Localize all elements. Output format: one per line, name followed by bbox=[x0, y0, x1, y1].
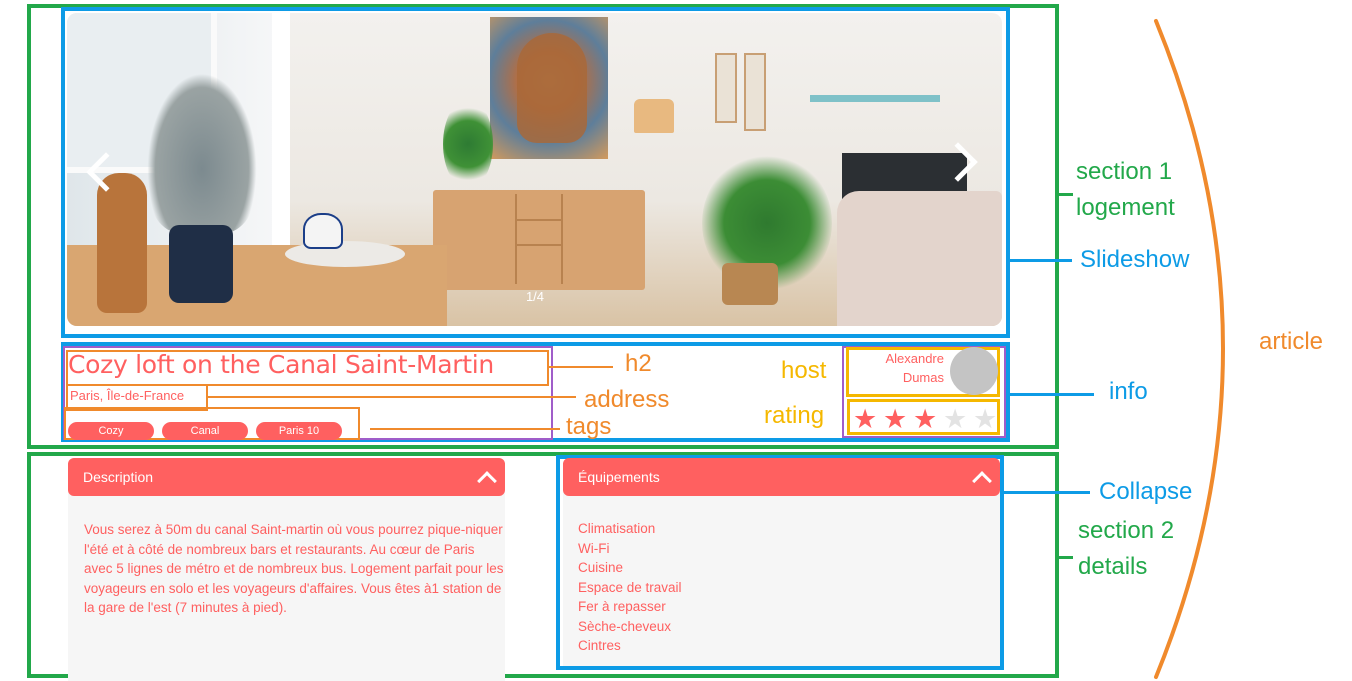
description-collapse-header[interactable]: Description bbox=[68, 458, 505, 496]
image-teapot bbox=[303, 213, 343, 249]
star-filled-icon: ★ bbox=[883, 404, 908, 434]
star-empty-icon: ★ bbox=[943, 404, 968, 434]
equipment-item: Climatisation bbox=[578, 521, 656, 536]
article-annotation: article bbox=[1259, 328, 1324, 355]
star-empty-icon: ★ bbox=[973, 404, 998, 434]
listing-title: Cozy loft on the Canal Saint-Martin bbox=[68, 350, 494, 379]
equipment-item: Cintres bbox=[578, 638, 621, 653]
image-vase bbox=[97, 173, 147, 313]
chevron-up-icon[interactable] bbox=[477, 471, 497, 491]
section-2-pointer bbox=[1059, 556, 1073, 559]
collapse-pointer bbox=[1004, 491, 1090, 494]
address-annotation: address bbox=[584, 386, 670, 413]
star-filled-icon: ★ bbox=[913, 404, 938, 434]
info-pointer bbox=[1010, 393, 1094, 396]
equipments-title: Équipements bbox=[578, 469, 660, 485]
listing-address: Paris, Île-de-France bbox=[70, 388, 185, 403]
rating-annotation: rating bbox=[764, 402, 825, 429]
description-title: Description bbox=[83, 469, 154, 485]
image-frames bbox=[744, 53, 766, 131]
equipments-panel bbox=[563, 478, 1000, 666]
avatar bbox=[950, 347, 998, 395]
image-drawer-line bbox=[515, 219, 563, 221]
image-lamp bbox=[634, 99, 674, 133]
image-drawers bbox=[515, 194, 563, 284]
equipment-item: Espace de travail bbox=[578, 580, 682, 595]
host-name: Alexandre Dumas bbox=[885, 351, 944, 385]
image-plant bbox=[443, 99, 493, 189]
slide-counter: 1/4 bbox=[525, 289, 545, 304]
slideshow-image bbox=[67, 13, 1002, 326]
tags-pointer bbox=[370, 428, 560, 430]
slideshow-pointer bbox=[1010, 259, 1072, 262]
tags-annotation: tags bbox=[566, 413, 612, 440]
equipment-item: Wi-Fi bbox=[578, 541, 610, 556]
image-shelf bbox=[810, 95, 940, 102]
image-pot bbox=[169, 225, 233, 303]
tag: Cozy bbox=[68, 422, 154, 440]
image-lavender bbox=[147, 73, 257, 233]
tag: Paris 10 bbox=[256, 422, 342, 440]
section-1-pointer bbox=[1059, 193, 1073, 196]
article-bracket bbox=[1154, 19, 1225, 679]
image-frames bbox=[715, 53, 737, 123]
equipment-item: Cuisine bbox=[578, 560, 624, 575]
h2-pointer bbox=[549, 366, 613, 368]
image-sofa bbox=[837, 191, 1002, 326]
image-buddha bbox=[517, 33, 587, 143]
host-annotation: host bbox=[781, 357, 827, 384]
image-basket bbox=[722, 263, 778, 305]
star-filled-icon: ★ bbox=[853, 404, 878, 434]
address-pointer bbox=[208, 396, 576, 398]
equipment-item: Sèche-cheveux bbox=[578, 619, 672, 634]
h2-annotation: h2 bbox=[625, 350, 652, 377]
chevron-up-icon[interactable] bbox=[972, 471, 992, 491]
tag: Canal bbox=[162, 422, 248, 440]
equipments-collapse-header[interactable]: Équipements bbox=[563, 458, 1000, 496]
equipment-item: Fer à repasser bbox=[578, 599, 666, 614]
description-text: Vous serez à 50m du canal Saint-martin o… bbox=[84, 522, 504, 616]
image-drawer-line bbox=[515, 244, 563, 246]
